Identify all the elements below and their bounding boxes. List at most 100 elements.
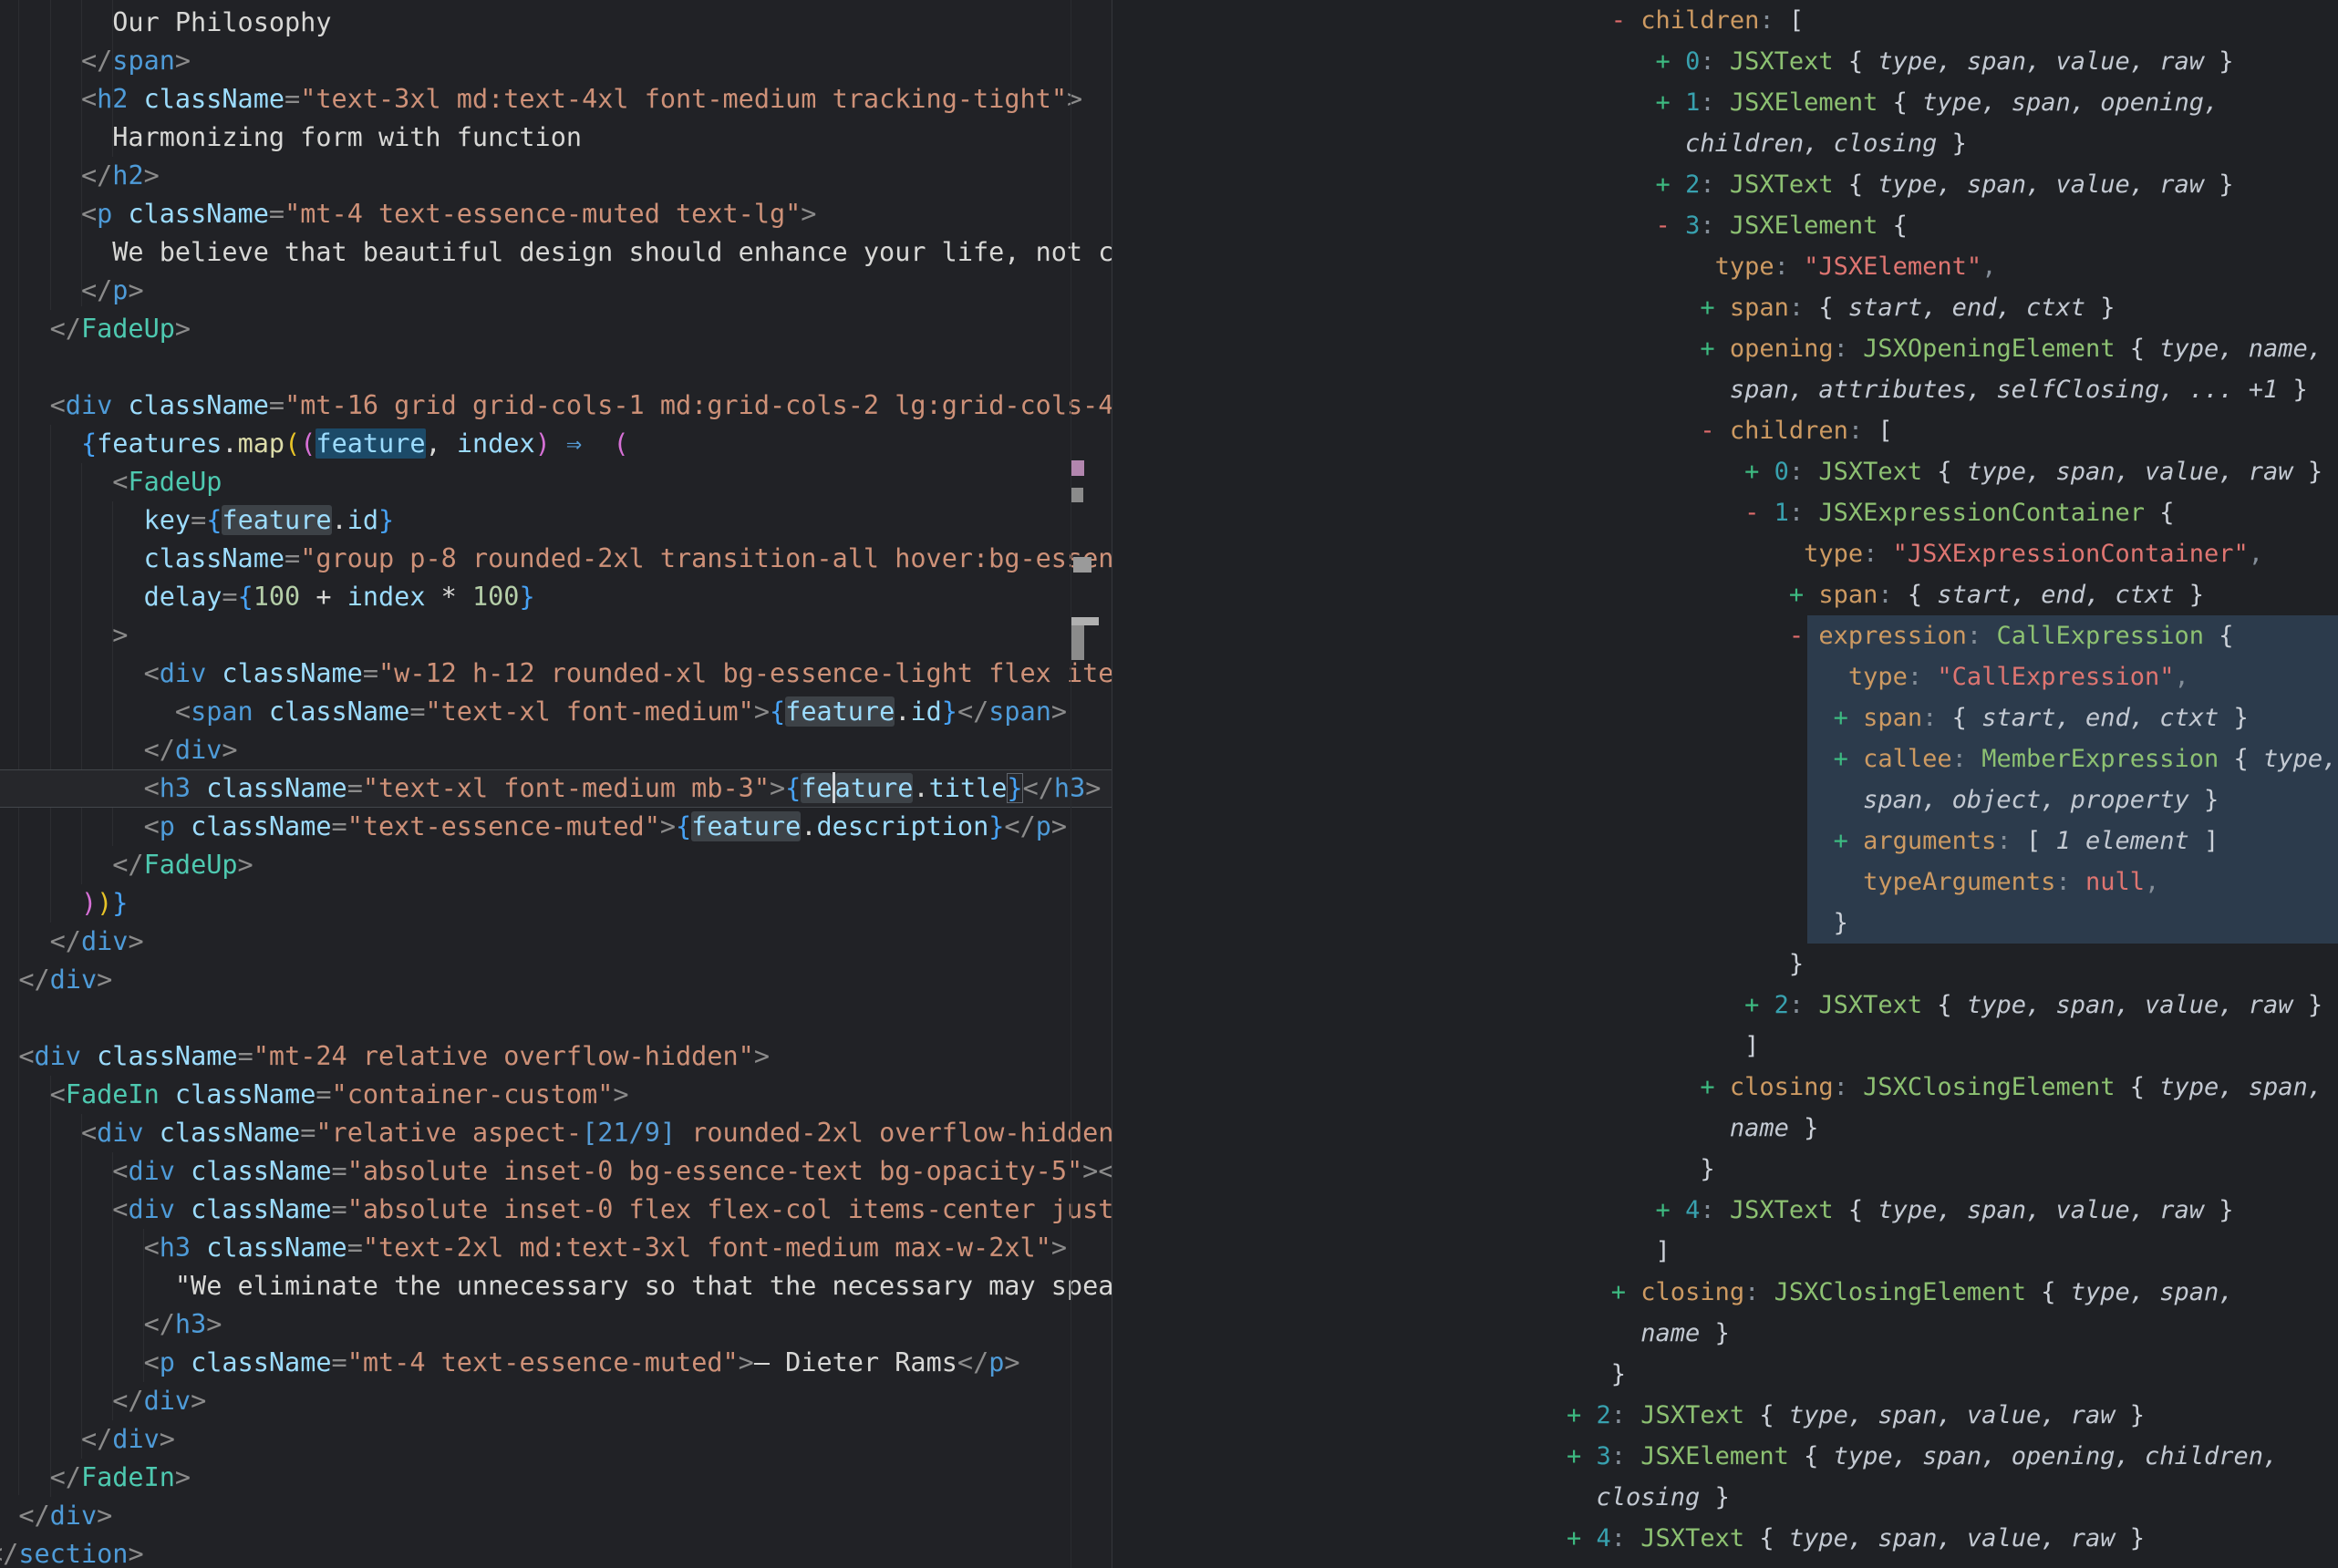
ast-line[interactable]: + arguments: [ 1 element ] xyxy=(1567,820,2337,861)
code-line[interactable]: </p> xyxy=(0,272,1112,310)
code-line[interactable]: <div className="absolute inset-0 flex fl… xyxy=(0,1191,1112,1229)
ast-line[interactable]: - children: [ xyxy=(1567,410,2337,451)
code-token: </ xyxy=(0,926,81,956)
code-line[interactable]: <div className="mt-24 relative overflow-… xyxy=(0,1037,1112,1076)
code-line[interactable]: </div> xyxy=(0,731,1112,769)
ast-line[interactable]: + span: { start, end, ctxt } xyxy=(1567,574,2337,615)
ast-line[interactable]: + 0: JSXText { type, span, value, raw } xyxy=(1567,41,2337,82)
ast-line[interactable]: + 2: JSXText { type, span, value, raw } xyxy=(1567,164,2337,205)
code-line[interactable]: <FadeUp xyxy=(0,463,1112,501)
ast-line[interactable]: + opening: JSXOpeningElement { type, nam… xyxy=(1567,328,2337,369)
code-token xyxy=(253,696,269,727)
ast-line[interactable]: + 4: JSXText { type, span, value, raw } xyxy=(1567,1190,2337,1231)
code-line[interactable]: <FadeIn className="container-custom"> xyxy=(0,1076,1112,1114)
code-line[interactable]: > xyxy=(0,616,1112,655)
code-line[interactable] xyxy=(0,348,1112,387)
ast-line[interactable]: name } xyxy=(1567,1108,2337,1149)
ast-line[interactable]: + 1: JSXElement { type, span, opening, xyxy=(1567,82,2337,123)
ast-line[interactable]: ] xyxy=(1567,1231,2337,1272)
ast-line[interactable]: - 1: JSXExpressionContainer { xyxy=(1567,492,2337,533)
code-line[interactable]: </FadeUp> xyxy=(0,846,1112,884)
code-line[interactable]: </h3> xyxy=(0,1305,1112,1344)
code-line[interactable]: </section> xyxy=(0,1535,1112,1568)
code-line[interactable]: We believe that beautiful design should … xyxy=(0,233,1112,272)
code-line[interactable]: </FadeUp> xyxy=(0,310,1112,348)
ast-line[interactable]: - 3: JSXElement { xyxy=(1567,205,2337,246)
code-line[interactable]: <p className="mt-4 text-essence-muted">—… xyxy=(0,1344,1112,1382)
ast-explorer-pane[interactable]: - children: [ + 0: JSXText { type, span,… xyxy=(1112,0,2338,1568)
ast-line[interactable]: ] xyxy=(1567,1026,2337,1067)
ast-line[interactable]: } xyxy=(1567,903,2337,944)
code-line[interactable]: Our Philosophy xyxy=(0,4,1112,42)
ast-line[interactable]: span, object, property } xyxy=(1567,779,2337,820)
code-line[interactable]: <p className="mt-4 text-essence-muted te… xyxy=(0,195,1112,233)
ast-line[interactable]: children, closing } xyxy=(1567,123,2337,164)
code-line[interactable]: <h2 className="text-3xl md:text-4xl font… xyxy=(0,80,1112,119)
code-token: { xyxy=(81,428,97,459)
ast-line[interactable]: closing } xyxy=(1567,1477,2337,1518)
ast-line[interactable]: + 0: JSXText { type, span, value, raw } xyxy=(1567,451,2337,492)
code-token xyxy=(206,658,222,688)
code-line[interactable]: <div className="w-12 h-12 rounded-xl bg-… xyxy=(0,655,1112,693)
ast-line[interactable]: + span: { start, end, ctxt } xyxy=(1567,287,2337,328)
code-line[interactable]: </FadeIn> xyxy=(0,1459,1112,1497)
ast-line[interactable]: + closing: JSXClosingElement { type, spa… xyxy=(1567,1067,2337,1108)
code-line[interactable]: <span className="text-xl font-medium">{f… xyxy=(0,693,1112,731)
code-line[interactable]: Harmonizing form with function xyxy=(0,119,1112,157)
code-line[interactable]: </h2> xyxy=(0,157,1112,195)
code-editor-pane[interactable]: Our Philosophy </span> <h2 className="te… xyxy=(0,0,1112,1568)
code-line[interactable]: {features.map((feature, index) ⇒ ( xyxy=(0,425,1112,463)
code-token: span xyxy=(112,46,175,76)
code-line[interactable]: <p className="text-essence-muted">{featu… xyxy=(0,808,1112,846)
code-line[interactable]: <h3 className="text-xl font-medium mb-3"… xyxy=(0,769,1112,808)
code-text[interactable]: Our Philosophy </span> <h2 className="te… xyxy=(0,4,1112,1568)
ast-line[interactable]: } xyxy=(1567,944,2337,985)
code-line[interactable]: <div className="absolute inset-0 bg-esse… xyxy=(0,1152,1112,1191)
ast-line[interactable]: type: "JSXElement", xyxy=(1567,246,2337,287)
code-line[interactable]: <h3 className="text-2xl md:text-3xl font… xyxy=(0,1229,1112,1267)
ast-line[interactable]: type: "JSXExpressionContainer", xyxy=(1567,533,2337,574)
ast-line[interactable]: + span: { start, end, ctxt } xyxy=(1567,697,2337,738)
code-line[interactable] xyxy=(0,999,1112,1037)
code-line[interactable]: </span> xyxy=(0,42,1112,80)
code-line[interactable]: "We eliminate the unnecessary so that th… xyxy=(0,1267,1112,1305)
ast-line[interactable]: + closing: JSXClosingElement { type, spa… xyxy=(1567,1272,2337,1313)
code-token: { xyxy=(676,811,691,841)
code-line[interactable]: delay={100 + index * 100} xyxy=(0,578,1112,616)
code-token: index xyxy=(457,428,535,459)
code-line[interactable]: <div className="relative aspect-[21/9] r… xyxy=(0,1114,1112,1152)
ast-line[interactable]: + 3: JSXElement { type, span, opening, c… xyxy=(1567,1436,2337,1477)
code-line[interactable]: </div> xyxy=(0,1420,1112,1459)
code-token: { xyxy=(1922,458,1952,486)
code-token: className xyxy=(206,773,347,803)
ast-line[interactable]: + 2: JSXText { type, span, value, raw } xyxy=(1567,1395,2337,1436)
code-token xyxy=(1567,663,1848,691)
code-token: span xyxy=(988,696,1051,727)
code-token: = xyxy=(284,543,300,573)
ast-line[interactable]: type: "CallExpression", xyxy=(1567,656,2337,697)
code-line[interactable]: ))} xyxy=(0,884,1112,923)
code-line[interactable]: key={feature.id} xyxy=(0,501,1112,540)
code-line[interactable]: </div> xyxy=(0,923,1112,961)
ast-line[interactable]: + 2: JSXText { type, span, value, raw } xyxy=(1567,985,2337,1026)
code-token: type, xyxy=(2249,745,2338,773)
ast-line[interactable]: span, attributes, selfClosing, ... +1 } xyxy=(1567,369,2337,410)
ast-line[interactable]: + 4: JSXText { type, span, value, raw } xyxy=(1567,1518,2337,1559)
code-token: { xyxy=(206,505,222,535)
code-token: key xyxy=(144,505,191,535)
ast-line[interactable]: - expression: CallExpression { xyxy=(1567,615,2337,656)
ast-line[interactable]: } xyxy=(1567,1354,2337,1395)
code-token: { xyxy=(1744,1401,1774,1429)
ast-tree[interactable]: - children: [ + 0: JSXText { type, span,… xyxy=(1567,0,2337,1559)
ast-line[interactable]: - children: [ xyxy=(1567,0,2337,41)
code-token: > xyxy=(97,1501,112,1531)
code-line[interactable]: <div className="mt-16 grid grid-cols-1 m… xyxy=(0,387,1112,425)
code-line[interactable]: </div> xyxy=(0,1497,1112,1535)
code-line[interactable]: </div> xyxy=(0,1382,1112,1420)
code-line[interactable]: className="group p-8 rounded-2xl transit… xyxy=(0,540,1112,578)
ast-line[interactable]: name } xyxy=(1567,1313,2337,1354)
ast-line[interactable]: + callee: MemberExpression { type, xyxy=(1567,738,2337,779)
ast-line[interactable]: } xyxy=(1567,1149,2337,1190)
ast-line[interactable]: typeArguments: null, xyxy=(1567,861,2337,903)
code-line[interactable]: </div> xyxy=(0,961,1112,999)
